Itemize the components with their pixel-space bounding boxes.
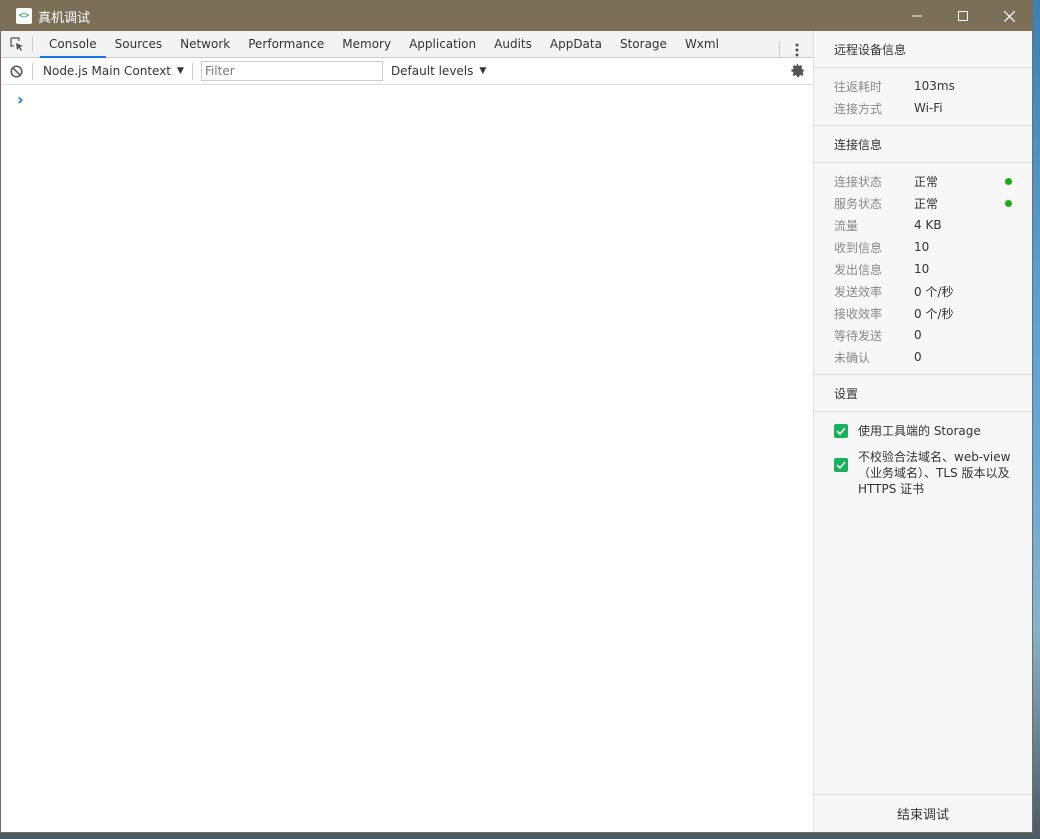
maximize-icon bbox=[958, 11, 968, 21]
setting-checkbox[interactable] bbox=[834, 424, 848, 438]
console-settings-button[interactable] bbox=[790, 63, 805, 81]
info-row: 连接状态 正常 bbox=[814, 170, 1032, 192]
minimize-icon bbox=[912, 15, 922, 17]
tab-network[interactable]: Network bbox=[171, 31, 239, 57]
console-output[interactable]: › bbox=[1, 85, 813, 109]
info-row: 发送效率 0 个/秒 bbox=[814, 280, 1032, 302]
app-icon: <> bbox=[16, 8, 32, 24]
context-label: Node.js Main Context bbox=[43, 64, 172, 78]
info-row: 流量 4 KB bbox=[814, 214, 1032, 236]
log-levels-label: Default levels bbox=[390, 64, 474, 78]
block-icon bbox=[10, 64, 23, 78]
gear-icon bbox=[791, 63, 804, 78]
info-key: 发送效率 bbox=[834, 284, 883, 299]
filter-input[interactable] bbox=[200, 61, 383, 81]
info-key: 流量 bbox=[834, 218, 859, 233]
end-debug-button[interactable]: 结束调试 bbox=[814, 794, 1032, 832]
window-controls bbox=[894, 1, 1032, 31]
tab-audits[interactable]: Audits bbox=[485, 31, 541, 57]
check-icon bbox=[836, 461, 846, 469]
side-panel: 远程设备信息 往返耗时 103ms 连接方式 Wi-Fi 连接信息 连接状态 正常 服务状… bbox=[813, 31, 1032, 832]
log-levels-selector[interactable]: Default levels ▼ bbox=[391, 64, 486, 78]
info-value: Wi-Fi bbox=[914, 101, 943, 115]
info-key: 连接状态 bbox=[834, 174, 883, 189]
console-toolbar: Node.js Main Context ▼ Default levels ▼ bbox=[1, 58, 813, 85]
info-value: 103ms bbox=[914, 79, 955, 93]
info-key: 往返耗时 bbox=[834, 79, 883, 94]
inspect-element-button[interactable] bbox=[1, 36, 33, 52]
tab-appdata[interactable]: AppData bbox=[541, 31, 611, 57]
inspect-icon bbox=[9, 37, 23, 51]
kebab-menu-icon bbox=[795, 43, 798, 56]
info-key: 接收效率 bbox=[834, 306, 883, 321]
info-key: 服务状态 bbox=[834, 196, 883, 211]
info-value: 0 bbox=[914, 328, 922, 342]
info-key: 发出信息 bbox=[834, 262, 883, 277]
info-value: 4 KB bbox=[914, 218, 942, 232]
remote-device-title: 远程设备信息 bbox=[814, 31, 1032, 68]
tab-list: Console Sources Network Performance Memory Ap… bbox=[33, 31, 728, 58]
debug-window: <> 真机调试 Console Sources Network Performa… bbox=[0, 0, 1033, 833]
dropdown-arrow-icon: ▼ bbox=[177, 66, 184, 76]
info-row: 往返耗时 103ms bbox=[814, 75, 1032, 97]
more-options-button[interactable] bbox=[779, 41, 813, 58]
info-value: 正常 bbox=[914, 174, 939, 189]
setting-row[interactable]: 不校验合法域名、web-view（业务域名）、TLS 版本以及 HTTPS 证书 bbox=[814, 449, 1032, 497]
devtools-panel: Console Sources Network Performance Memory Ap… bbox=[1, 31, 813, 832]
info-value: 10 bbox=[914, 262, 930, 276]
remote-device-info: 往返耗时 103ms 连接方式 Wi-Fi bbox=[814, 68, 1032, 126]
info-row: 服务状态 正常 bbox=[814, 192, 1032, 214]
setting-label: 不校验合法域名、web-view（业务域名）、TLS 版本以及 HTTPS 证书 bbox=[858, 450, 1011, 496]
setting-row[interactable]: 使用工具端的 Storage bbox=[814, 423, 1032, 439]
info-key: 收到信息 bbox=[834, 240, 883, 255]
info-value: 0 个/秒 bbox=[914, 284, 954, 299]
tab-storage[interactable]: Storage bbox=[611, 31, 676, 57]
info-key: 连接方式 bbox=[834, 101, 883, 116]
close-icon bbox=[1003, 10, 1015, 22]
info-row: 发出信息 10 bbox=[814, 258, 1032, 280]
close-button[interactable] bbox=[986, 1, 1032, 31]
context-selector[interactable]: Node.js Main Context ▼ bbox=[33, 62, 193, 80]
settings-list: 使用工具端的 Storage 不校验合法域名、web-view（业务域名）、TLS… bbox=[814, 423, 1032, 497]
devtools-tabbar: Console Sources Network Performance Memory Ap… bbox=[1, 31, 813, 58]
connection-info-title: 连接信息 bbox=[814, 126, 1032, 163]
info-value: 正常 bbox=[914, 196, 939, 211]
info-row: 等待发送 0 bbox=[814, 324, 1032, 346]
info-row: 接收效率 0 个/秒 bbox=[814, 302, 1032, 324]
setting-checkbox[interactable] bbox=[834, 458, 848, 472]
window-title: 真机调试 bbox=[38, 10, 91, 26]
status-ok-dot-icon bbox=[1005, 199, 1012, 207]
minimize-button[interactable] bbox=[894, 1, 940, 31]
tab-memory[interactable]: Memory bbox=[333, 31, 400, 57]
info-key: 未确认 bbox=[834, 350, 871, 365]
console-prompt-icon: › bbox=[17, 90, 24, 109]
status-ok-dot-icon bbox=[1005, 177, 1012, 185]
connection-info: 连接状态 正常 服务状态 正常 流量 4 KB 收到信息 10 发出信息 10 发送效率 0 个/秒接… bbox=[814, 163, 1032, 375]
info-row: 未确认 0 bbox=[814, 346, 1032, 368]
tab-console[interactable]: Console bbox=[40, 31, 106, 58]
info-row: 连接方式 Wi-Fi bbox=[814, 97, 1032, 119]
tab-sources[interactable]: Sources bbox=[106, 31, 171, 57]
tab-wxml[interactable]: Wxml bbox=[676, 31, 728, 57]
info-row: 收到信息 10 bbox=[814, 236, 1032, 258]
settings-title: 设置 bbox=[814, 375, 1032, 412]
info-value: 10 bbox=[914, 240, 930, 254]
info-key: 等待发送 bbox=[834, 328, 883, 343]
setting-label: 使用工具端的 Storage bbox=[858, 424, 981, 438]
tab-application[interactable]: Application bbox=[400, 31, 485, 57]
clear-console-button[interactable] bbox=[1, 62, 33, 80]
check-icon bbox=[836, 427, 846, 435]
info-value: 0 bbox=[914, 350, 922, 364]
dropdown-arrow-icon: ▼ bbox=[479, 66, 487, 76]
title-bar: <> 真机调试 bbox=[1, 1, 1032, 31]
info-value: 0 个/秒 bbox=[914, 306, 954, 321]
tab-performance[interactable]: Performance bbox=[239, 31, 333, 57]
maximize-button[interactable] bbox=[940, 1, 986, 31]
